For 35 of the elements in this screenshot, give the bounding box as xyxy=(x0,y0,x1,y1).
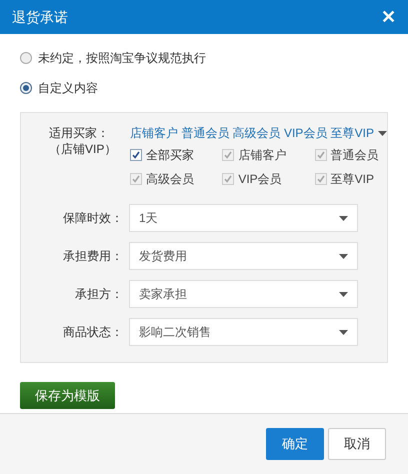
caret-icon xyxy=(339,330,348,334)
confirm-button[interactable]: 确定 xyxy=(266,428,324,460)
field-label: 适用买家： xyxy=(49,125,110,141)
checkbox-label: 普通会员 xyxy=(330,147,379,164)
caret-icon xyxy=(378,130,387,136)
checkbox-label: 店铺客户 xyxy=(238,147,286,164)
field-label: 承担费用： xyxy=(62,248,124,265)
caret-icon xyxy=(339,216,348,220)
field-label: 保障时效： xyxy=(62,210,124,227)
checkbox-label: VIP会员 xyxy=(238,171,282,188)
window-title: 退货承诺 xyxy=(12,8,68,26)
select-field[interactable]: 卖家承担 xyxy=(129,280,358,308)
field-label: 承担方： xyxy=(74,286,124,303)
checkbox-option[interactable]: 全部买家 xyxy=(130,146,202,164)
radio-label: 未约定，按照淘宝争议规范执行 xyxy=(38,50,206,67)
buyer-dropdown[interactable]: 店铺客户 普通会员 高级会员 VIP会员 至尊VIP xyxy=(130,125,387,141)
field-label: 商品状态： xyxy=(62,324,124,341)
caret-icon xyxy=(339,292,348,296)
radio-button[interactable] xyxy=(20,52,32,64)
checkbox-label: 全部买家 xyxy=(146,147,194,164)
close-button[interactable]: ✕ xyxy=(381,8,396,26)
field-sublabel: （店铺VIP） xyxy=(49,141,118,157)
select-field[interactable]: 1天 xyxy=(129,204,358,232)
checkbox-label: 高级会员 xyxy=(146,171,194,188)
radio-option[interactable]: 自定义内容 xyxy=(20,73,388,103)
checkbox-label: 至尊VIP xyxy=(330,171,374,188)
radio-button[interactable] xyxy=(20,82,32,94)
checkbox[interactable] xyxy=(130,149,142,161)
select-field[interactable]: 发货费用 xyxy=(129,242,358,270)
caret-icon xyxy=(339,254,348,258)
radio-label: 自定义内容 xyxy=(38,80,98,97)
cancel-button[interactable]: 取消 xyxy=(328,428,386,460)
save-template-button[interactable]: 保存为模版 xyxy=(20,382,115,409)
select-field[interactable]: 影响二次销售 xyxy=(129,318,358,346)
radio-option[interactable]: 未约定，按照淘宝争议规范执行 xyxy=(20,43,388,73)
